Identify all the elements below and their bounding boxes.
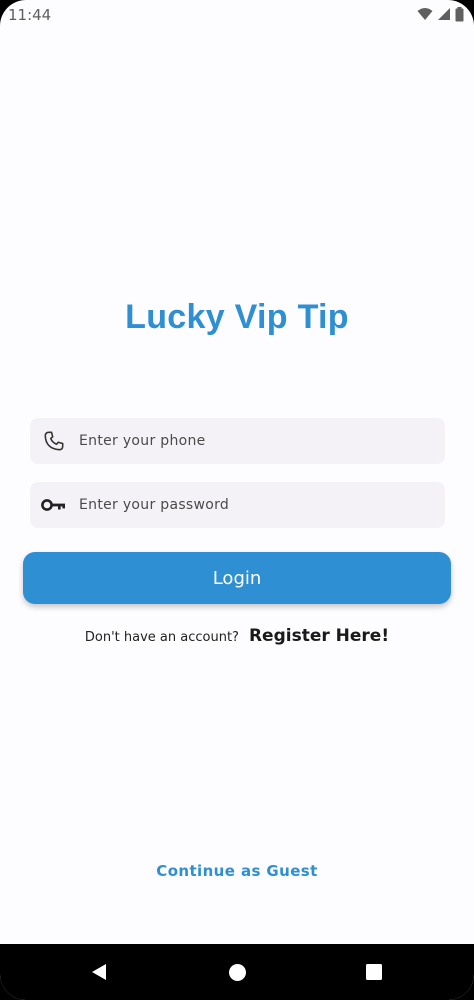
phone-input[interactable] (78, 418, 418, 464)
app-screen: 11:44 Lucky Vip Tip Enter your phone Log… (0, 0, 474, 1000)
back-icon[interactable] (89, 962, 109, 982)
app-title: Lucky Vip Tip (125, 298, 349, 336)
signal-icon (437, 7, 451, 21)
status-bar: 11:44 (0, 0, 474, 30)
key-icon (30, 482, 78, 528)
register-row: Don't have an account? Register Here! (0, 626, 474, 646)
register-link[interactable]: Register Here! (249, 626, 389, 646)
wifi-icon (417, 7, 433, 21)
phone-field[interactable] (30, 418, 445, 464)
continue-as-guest-button[interactable]: Continue as Guest (0, 862, 474, 880)
recents-icon[interactable] (364, 962, 384, 982)
password-input[interactable] (78, 482, 418, 528)
phone-icon (30, 418, 78, 464)
home-icon[interactable] (227, 962, 247, 982)
navigation-bar (0, 944, 474, 1000)
status-icons (417, 6, 464, 22)
battery-icon (455, 6, 464, 22)
password-field[interactable] (30, 482, 445, 528)
status-time: 11:44 (8, 6, 52, 24)
login-button[interactable]: Login (23, 552, 451, 604)
register-prompt: Don't have an account? (84, 630, 239, 645)
